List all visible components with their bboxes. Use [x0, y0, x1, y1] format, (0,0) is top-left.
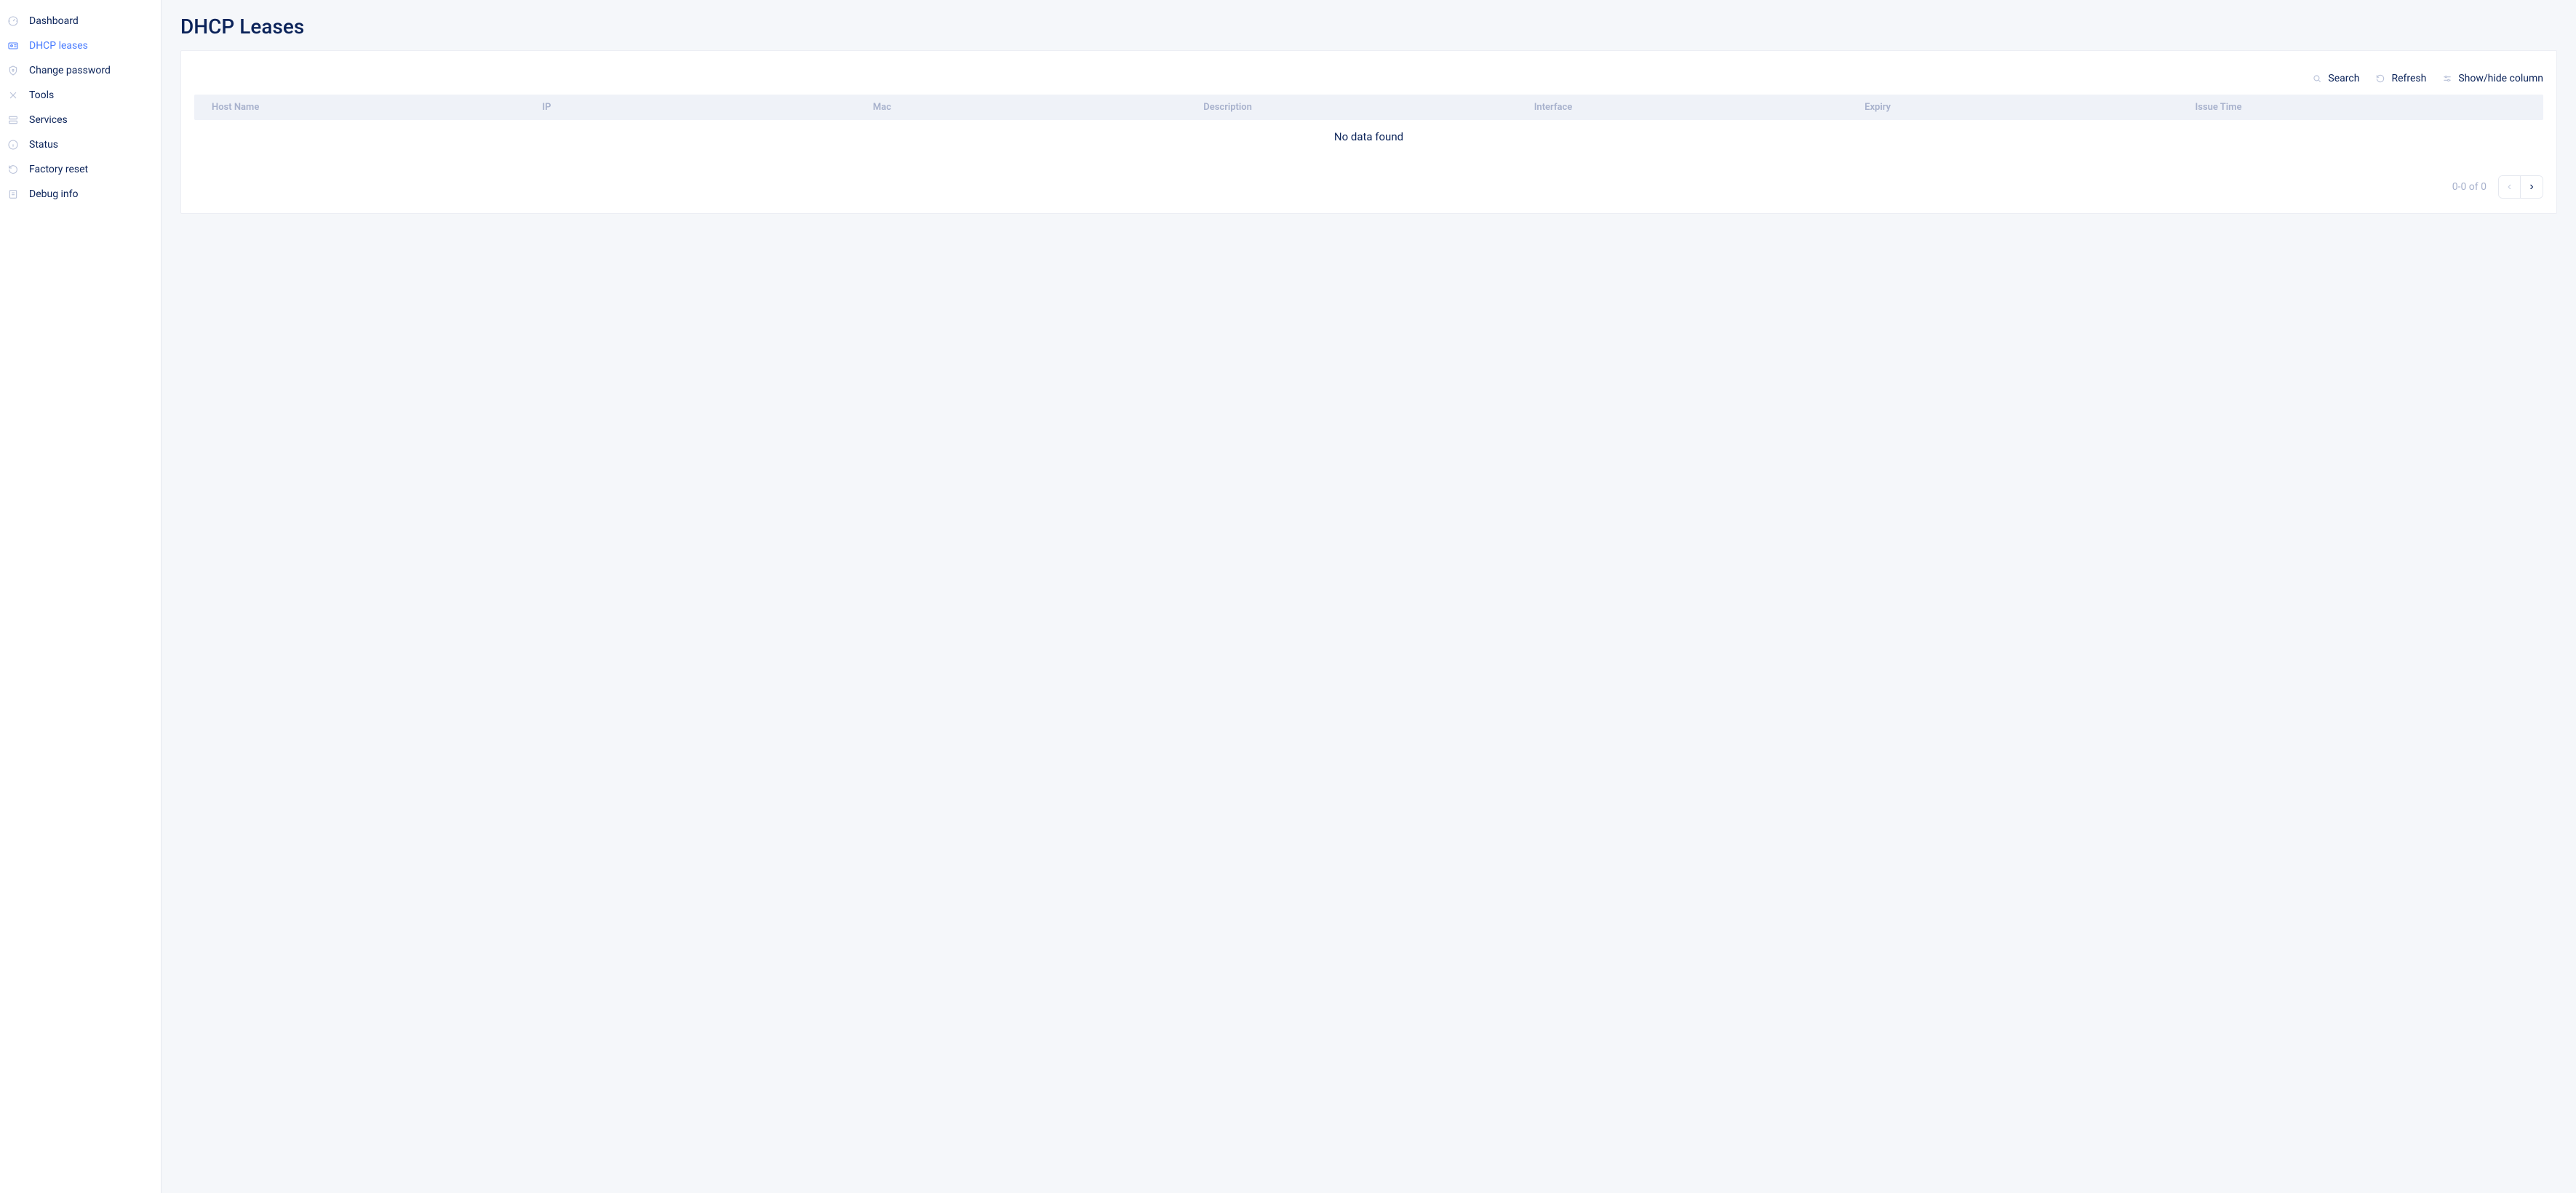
pager: ‹ › [2498, 175, 2543, 199]
sidebar-item-label: Tools [29, 89, 54, 101]
pagination: 0-0 of 0 ‹ › [194, 175, 2543, 199]
sidebar-item-status[interactable]: Status [0, 132, 161, 157]
chevron-right-icon: › [2529, 180, 2533, 193]
sidebar-item-debug-info[interactable]: Debug info [0, 182, 161, 207]
sidebar-item-label: Services [29, 114, 68, 126]
reset-icon [7, 164, 19, 175]
refresh-label: Refresh [2391, 73, 2426, 84]
refresh-icon [2375, 73, 2385, 84]
shield-lock-icon [7, 65, 19, 76]
search-label: Search [2328, 73, 2359, 84]
col-interface[interactable]: Interface [1534, 102, 1865, 113]
main-content: DHCP Leases Search Refresh Show/hide col… [162, 0, 2576, 1193]
toolbar: Search Refresh Show/hide column [194, 73, 2543, 84]
col-host-name[interactable]: Host Name [212, 102, 542, 113]
tools-icon [7, 89, 19, 101]
chevron-left-icon: ‹ [2508, 180, 2511, 193]
col-mac[interactable]: Mac [873, 102, 1203, 113]
prev-page-button[interactable]: ‹ [2499, 176, 2521, 198]
sidebar-item-label: Change password [29, 65, 111, 76]
columns-label: Show/hide column [2458, 73, 2543, 84]
sidebar-item-dashboard[interactable]: Dashboard [0, 9, 161, 33]
sidebar-item-label: DHCP leases [29, 40, 88, 52]
sidebar-item-label: Debug info [29, 188, 79, 200]
sliders-icon [2442, 73, 2452, 84]
id-card-icon [7, 40, 19, 52]
refresh-button[interactable]: Refresh [2375, 73, 2426, 84]
col-expiry[interactable]: Expiry [1865, 102, 2195, 113]
col-description[interactable]: Description [1203, 102, 1534, 113]
col-issue-time[interactable]: Issue Time [2196, 102, 2526, 113]
show-hide-column-button[interactable]: Show/hide column [2442, 73, 2543, 84]
pagination-range: 0-0 of 0 [2452, 181, 2487, 193]
next-page-button[interactable]: › [2521, 176, 2543, 198]
gauge-icon [7, 15, 19, 27]
page-title: DHCP Leases [180, 15, 2557, 39]
table-header-row: Host Name IP Mac Description Interface E… [194, 95, 2543, 120]
search-button[interactable]: Search [2312, 73, 2359, 84]
sidebar-item-label: Factory reset [29, 164, 88, 175]
sidebar-item-factory-reset[interactable]: Factory reset [0, 157, 161, 182]
search-icon [2312, 73, 2322, 84]
sidebar: Dashboard DHCP leases Change password To… [0, 0, 162, 1193]
empty-state-text: No data found [194, 120, 2543, 162]
servers-icon [7, 114, 19, 126]
sidebar-item-label: Dashboard [29, 15, 79, 27]
info-circle-icon [7, 139, 19, 151]
sidebar-item-tools[interactable]: Tools [0, 83, 161, 108]
sidebar-item-dhcp-leases[interactable]: DHCP leases [0, 33, 161, 58]
col-ip[interactable]: IP [542, 102, 872, 113]
sidebar-item-label: Status [29, 139, 58, 151]
note-icon [7, 188, 19, 200]
leases-panel: Search Refresh Show/hide column Host Nam… [180, 50, 2557, 214]
sidebar-item-services[interactable]: Services [0, 108, 161, 132]
sidebar-item-change-password[interactable]: Change password [0, 58, 161, 83]
